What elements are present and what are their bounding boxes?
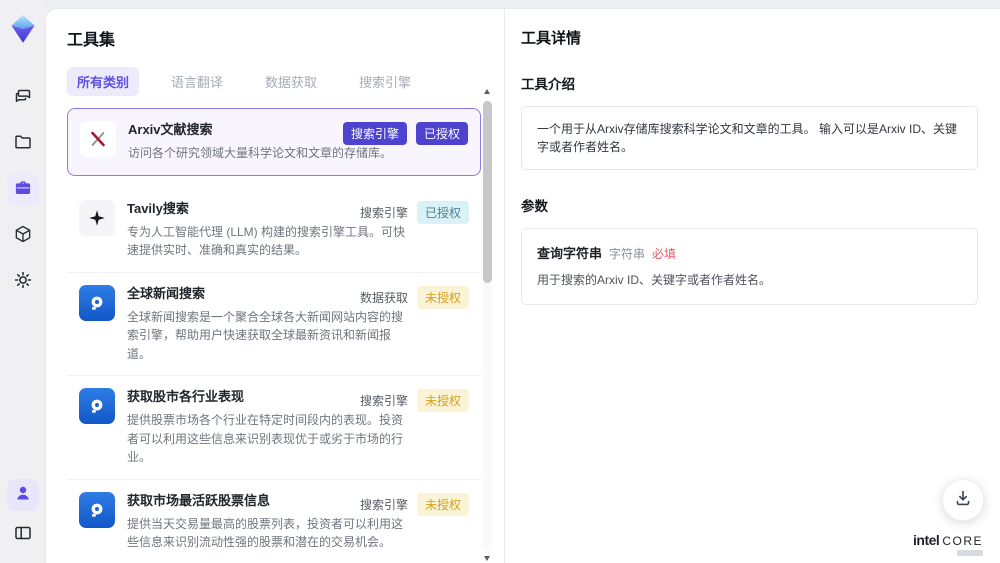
briefcase-icon xyxy=(13,178,33,203)
download-icon xyxy=(953,488,973,513)
tool-card-arxiv[interactable]: Arxiv文献搜索 访问各个研究领域大量科学论文和文章的存储库。 搜索引擎 已授… xyxy=(67,108,481,176)
user-icon xyxy=(13,483,33,508)
intel-core-logo: intel CORE xyxy=(913,533,983,556)
param-description: 用于搜索的Arxiv ID、关键字或者作者姓名。 xyxy=(537,273,772,287)
intel-wordmark: intel xyxy=(913,532,940,548)
auth-badge: 未授权 xyxy=(416,285,469,309)
auth-badge: 已授权 xyxy=(415,122,468,145)
tab-data-acquisition[interactable]: 数据获取 xyxy=(255,67,327,96)
intel-logo-bar xyxy=(957,550,983,556)
category-tabs: 所有类别 语言翻译 数据获取 搜索引擎 xyxy=(67,67,476,96)
main-content: 工具集 所有类别 语言翻译 数据获取 搜索引擎 Arxiv文献搜索 访问各个研究… xyxy=(45,8,1000,563)
scrollbar-thumb[interactable] xyxy=(483,101,492,283)
core-wordmark: CORE xyxy=(942,534,983,548)
tool-description: 提供股票市场各个行业在特定时间段内的表现。投资者可以利用这些信息来识别表现优于或… xyxy=(127,413,404,464)
arxiv-icon xyxy=(80,121,116,157)
stock-search-icon xyxy=(79,388,115,424)
param-required-label: 必填 xyxy=(652,247,677,261)
tab-search-engine[interactable]: 搜索引擎 xyxy=(349,67,421,96)
auth-badge: 未授权 xyxy=(416,492,469,516)
sidebar-toggle-icon xyxy=(13,523,33,548)
tool-card-global-news[interactable]: 全球新闻搜索 全球新闻搜索是一个聚合全球各大新闻网站内容的搜索引擎，帮助用户快速… xyxy=(67,273,481,376)
gear-icon xyxy=(13,270,33,295)
brand-gem-logo[interactable] xyxy=(8,14,38,44)
stock-search-icon xyxy=(79,491,115,528)
category-badge: 搜索引擎 xyxy=(359,394,408,408)
toolset-title: 工具集 xyxy=(67,32,116,49)
rail-files-button[interactable] xyxy=(7,128,39,160)
tab-language-translation[interactable]: 语言翻译 xyxy=(161,67,233,96)
scroll-down-icon[interactable] xyxy=(484,556,490,561)
rail-panel-toggle-button[interactable] xyxy=(7,519,39,551)
params-heading: 参数 xyxy=(521,199,548,214)
scroll-up-icon[interactable] xyxy=(484,89,490,94)
folder-icon xyxy=(13,132,33,157)
rail-chat-button[interactable] xyxy=(7,82,39,114)
tool-description: 提供当天交易量最高的股票列表，投资者可以利用这些信息来识别流动性强的股票和潜在的… xyxy=(127,516,404,550)
detail-title: 工具详情 xyxy=(521,30,582,47)
rail-settings-button[interactable] xyxy=(7,266,39,298)
list-scrollbar[interactable] xyxy=(483,89,492,563)
chat-icon xyxy=(13,86,33,111)
tool-detail-pane: 工具详情 工具介绍 一个用于从Arxiv存储库搜索科学论文和文章的工具。 输入可… xyxy=(504,9,1000,563)
tool-card-tavily[interactable]: Tavily搜索 专为人工智能代理 (LLM) 构建的搜索引擎工具。可快速提供实… xyxy=(67,188,481,273)
auth-badge: 已授权 xyxy=(416,200,469,224)
news-search-icon xyxy=(79,284,115,321)
tool-description: 访问各个研究领域大量科学论文和文章的存储库。 xyxy=(128,146,393,160)
tool-card-most-active-stocks[interactable]: 获取市场最活跃股票信息 提供当天交易量最高的股票列表，投资者可以利用这些信息来识… xyxy=(67,480,481,563)
auth-badge: 未授权 xyxy=(416,389,469,412)
intro-box: 一个用于从Arxiv存储库搜索科学论文和文章的工具。 输入可以是Arxiv ID… xyxy=(521,106,978,170)
download-button[interactable] xyxy=(942,479,984,521)
tool-list: Arxiv文献搜索 访问各个研究领域大量科学论文和文章的存储库。 搜索引擎 已授… xyxy=(67,108,481,563)
tool-card-sector-performance[interactable]: 获取股市各行业表现 提供股票市场各个行业在特定时间段内的表现。投资者可以利用这些… xyxy=(67,376,481,480)
cube-icon xyxy=(13,224,33,249)
app-rail xyxy=(0,0,45,563)
rail-tools-button[interactable] xyxy=(6,174,39,206)
intro-heading: 工具介绍 xyxy=(521,77,575,92)
category-badge: 搜索引擎 xyxy=(359,205,408,220)
category-badge: 搜索引擎 xyxy=(342,122,407,145)
tool-description: 专为人工智能代理 (LLM) 构建的搜索引擎工具。可快速提供实时、准确和真实的结… xyxy=(127,224,406,258)
rail-packages-button[interactable] xyxy=(7,220,39,252)
category-badge: 数据获取 xyxy=(359,290,408,305)
rail-account-button[interactable] xyxy=(6,479,39,511)
param-box: 查询字符串 字符串 必填 用于搜索的Arxiv ID、关键字或者作者姓名。 xyxy=(521,228,978,305)
tavily-icon xyxy=(79,199,115,236)
param-type: 字符串 xyxy=(609,247,646,261)
param-name: 查询字符串 xyxy=(537,246,603,261)
tool-description: 全球新闻搜索是一个聚合全球各大新闻网站内容的搜索引擎，帮助用户快速获取全球最新资… xyxy=(127,309,404,361)
tab-all-categories[interactable]: 所有类别 xyxy=(67,67,140,96)
category-badge: 搜索引擎 xyxy=(359,497,408,512)
toolset-pane: 工具集 所有类别 语言翻译 数据获取 搜索引擎 Arxiv文献搜索 访问各个研究… xyxy=(46,9,504,563)
